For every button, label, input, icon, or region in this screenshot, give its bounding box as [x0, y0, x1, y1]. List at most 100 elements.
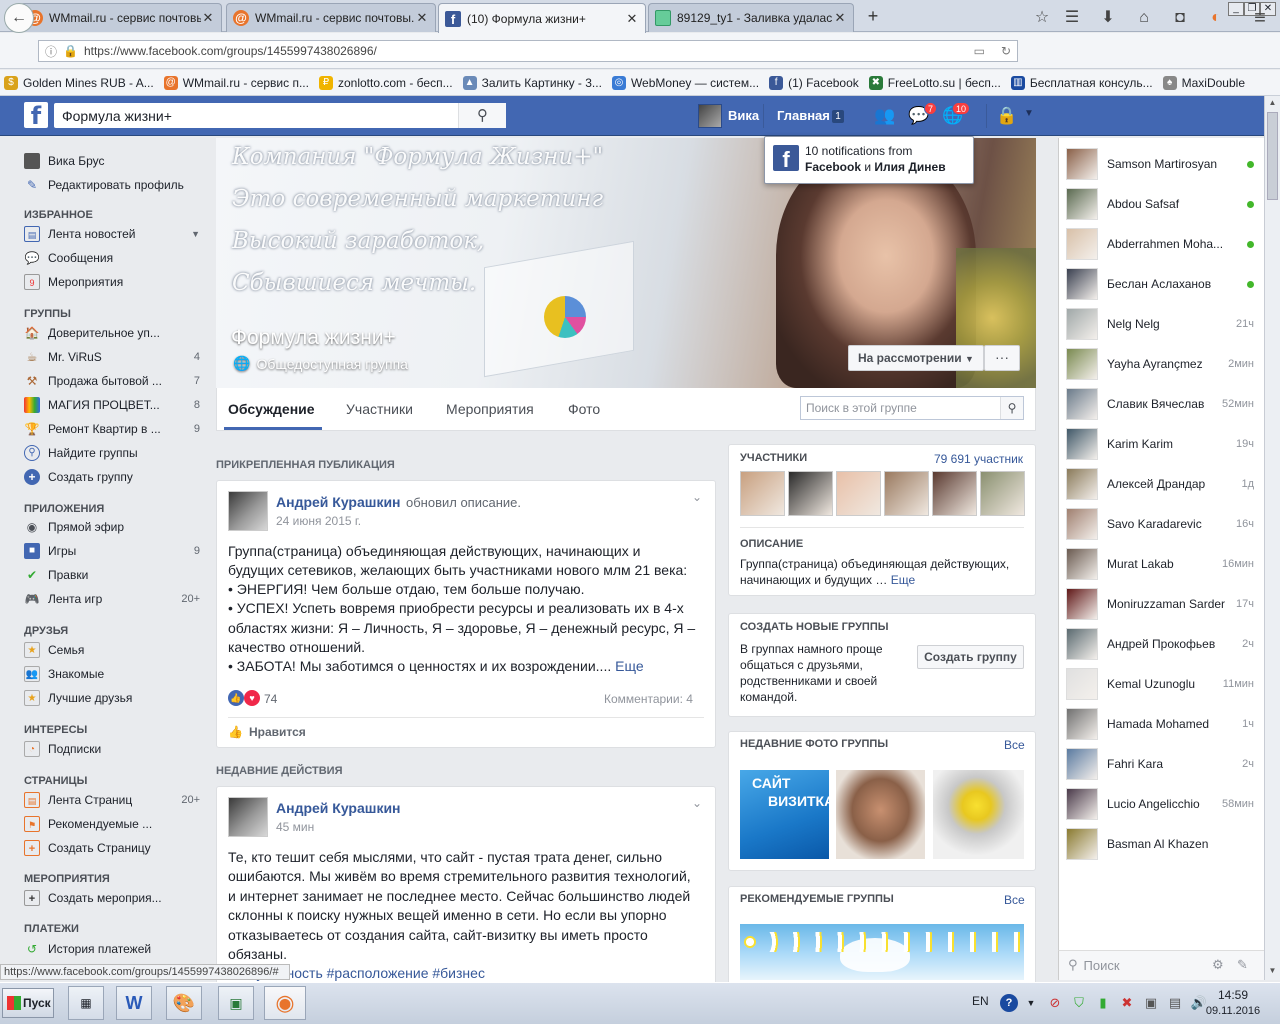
chat-contact[interactable]: Алексей Драндар 1д — [1066, 468, 1254, 500]
chat-contact[interactable]: Abdou Safsaf — [1066, 188, 1254, 220]
bookmark-item[interactable]: ♠ MaxiDouble — [1162, 75, 1245, 90]
nav-item-games-feed[interactable]: 🎮 Лента игр 20+ — [24, 589, 200, 609]
home-icon[interactable]: ⌂ — [1130, 4, 1158, 32]
nav-edit-profile[interactable]: ✎ Редактировать профиль — [24, 175, 200, 195]
facebook-logo-icon[interactable]: f — [24, 102, 48, 130]
nav-item-pages-feed[interactable]: ▤ Лента Страниц 20+ — [24, 790, 200, 810]
privacy-shortcuts-icon[interactable]: 🔒 — [996, 106, 1017, 126]
network-error-icon[interactable]: ✖ — [1118, 994, 1136, 1012]
nav-item-close-friends[interactable]: ★ Лучшие друзья — [24, 688, 200, 708]
bookmark-item[interactable]: ₽ zonlotto.com - бесп... — [318, 75, 453, 90]
post-options-chevron-icon[interactable]: ⌄ — [692, 490, 702, 504]
nav-group-item[interactable]: 🏆 Ремонт Квартир в ... 9 — [24, 419, 200, 439]
home-link[interactable]: Главная — [777, 108, 830, 123]
avatar[interactable] — [228, 491, 268, 531]
menu-icon[interactable]: ≡ — [1246, 4, 1274, 32]
calculator-icon[interactable]: ▦ — [68, 986, 104, 1020]
network-icon[interactable]: ▣ — [1142, 994, 1160, 1012]
nav-item-messages[interactable]: 💬 Сообщения — [24, 248, 200, 268]
download-icon[interactable]: ⬇ — [1094, 4, 1122, 32]
chat-contact[interactable]: Samson Martirosyan — [1066, 148, 1254, 180]
nav-item-subscriptions[interactable]: ◔ Подписки — [24, 739, 200, 759]
nav-group-item[interactable]: 🏠 Доверительное уп... — [24, 323, 200, 343]
minimize-button[interactable]: _ — [1228, 2, 1244, 16]
browser-tab-4[interactable]: 89129_ty1 - Заливка удалас... ✕ — [648, 3, 854, 32]
bookmark-item[interactable]: @ WMmail.ru - сервис п... — [163, 75, 309, 90]
display-icon[interactable]: ▤ — [1166, 994, 1184, 1012]
gear-icon[interactable]: ⚙ — [1212, 957, 1224, 973]
chat-contact[interactable]: Андрей Прокофьев 2ч — [1066, 628, 1254, 660]
search-icon[interactable]: ⚲ — [458, 103, 506, 128]
recommended-group-image[interactable] — [740, 924, 1024, 980]
chat-contact[interactable]: Savo Karadarevic 16ч — [1066, 508, 1254, 540]
friend-requests-icon[interactable]: 👥 — [872, 106, 898, 126]
chat-contact[interactable]: Basman Al Khazen — [1066, 828, 1254, 860]
new-tab-button[interactable]: + — [862, 6, 884, 28]
compose-icon[interactable]: ✎ — [1237, 957, 1248, 973]
nav-group-item[interactable]: ⚒ Продажа бытовой ... 7 — [24, 371, 200, 391]
nav-group-item[interactable]: ☕ Mr. ViRuS 4 — [24, 347, 200, 367]
bookmark-item[interactable]: ✖ FreeLotto.su | бесп... — [868, 75, 1001, 90]
scrollbar-thumb[interactable] — [1267, 112, 1278, 200]
firefox-icon[interactable]: ◉ — [264, 986, 306, 1020]
word-icon[interactable]: W — [116, 986, 152, 1020]
nav-item-live[interactable]: ◉ Прямой эфир — [24, 517, 200, 537]
bookmark-item[interactable]: ◎ WebMoney — систем... — [611, 75, 759, 90]
chat-contact[interactable]: Murat Lakab 16мин — [1066, 548, 1254, 580]
url-bar[interactable]: ⓘ 🔒 https://www.facebook.com/groups/1455… — [38, 40, 1018, 62]
nav-find-groups[interactable]: ⚲ Найдите группы — [24, 443, 200, 463]
member-thumbnail[interactable] — [740, 471, 785, 516]
reload-icon[interactable]: ↻ — [1001, 44, 1011, 58]
nav-item-payment-history[interactable]: ↺ История платежей — [24, 939, 200, 959]
nav-item-events[interactable]: 9 Мероприятия — [24, 272, 200, 292]
bookmark-star-icon[interactable]: ☆ — [1028, 4, 1056, 32]
chat-contact[interactable]: Nelg Nelg 21ч — [1066, 308, 1254, 340]
close-tab-icon[interactable]: ✕ — [833, 10, 847, 26]
chat-contact[interactable]: Lucio Angelicchio 58мин — [1066, 788, 1254, 820]
tab-photos[interactable]: Фото — [568, 401, 600, 417]
reader-view-icon[interactable]: ▭ — [974, 44, 985, 58]
chat-search-input[interactable]: ⚲ Поиск — [1068, 957, 1120, 973]
page-scrollbar[interactable]: ▲ ▼ — [1264, 96, 1280, 980]
see-more-link[interactable]: Еще — [891, 573, 915, 587]
header-user-name[interactable]: Вика — [728, 108, 759, 123]
avatar[interactable] — [698, 104, 722, 128]
nav-item-create-page[interactable]: + Создать Страницу — [24, 838, 200, 858]
nav-item-edits[interactable]: ✔ Правки — [24, 565, 200, 585]
nav-item-create-event[interactable]: + Создать мероприя... — [24, 888, 200, 908]
bookmark-item[interactable]: f (1) Facebook — [769, 75, 859, 90]
notification-popup[interactable]: f 10 notifications from Facebook и Илия … — [764, 136, 974, 184]
chat-contact[interactable]: Fahri Kara 2ч — [1066, 748, 1254, 780]
back-button[interactable]: ← — [4, 3, 34, 33]
nav-group-item[interactable]: МАГИЯ ПРОЦВЕТ... 8 — [24, 395, 200, 415]
chat-contact[interactable]: Kemal Uzunoglu 11мин — [1066, 668, 1254, 700]
chat-contact[interactable]: Abderrahmen Moha... — [1066, 228, 1254, 260]
chat-contact[interactable]: Yayha Ayrançmez 2мин — [1066, 348, 1254, 380]
chat-contact[interactable]: Hamada Mohamed 1ч — [1066, 708, 1254, 740]
member-thumbnail[interactable] — [932, 471, 977, 516]
account-menu-caret-icon[interactable]: ▼ — [1024, 108, 1034, 119]
photo-thumbnail[interactable]: САЙТ ВИЗИТКА — [740, 770, 834, 859]
chat-contact[interactable]: Славик Вячеслав 52мин — [1066, 388, 1254, 420]
clock-time[interactable]: 14:59 — [1210, 988, 1256, 1002]
post-time[interactable]: 45 мин — [276, 820, 314, 834]
member-thumbnail[interactable] — [788, 471, 833, 516]
tab-discussion[interactable]: Обсуждение — [228, 401, 315, 417]
scroll-up-icon[interactable]: ▲ — [1266, 96, 1279, 110]
nav-item-news-feed[interactable]: ▤ Лента новостей ▼ — [24, 224, 200, 244]
close-tab-icon[interactable]: ✕ — [415, 10, 429, 26]
addon-icon[interactable]: ◐ — [1202, 4, 1230, 32]
member-thumbnail[interactable] — [836, 471, 881, 516]
browser-tab-1[interactable]: @ WMmail.ru - сервис почтовы... ✕ — [20, 3, 222, 32]
create-group-button[interactable]: Создать группу — [917, 645, 1024, 669]
language-indicator[interactable]: EN — [972, 994, 989, 1008]
search-icon[interactable]: ⚲ — [1000, 397, 1023, 419]
photo-thumbnail[interactable] — [933, 770, 1024, 859]
see-more-link[interactable]: Еще — [615, 658, 644, 674]
recent-photos-all-link[interactable]: Все — [1004, 738, 1025, 752]
clock-date[interactable]: 09.11.2016 — [1204, 1005, 1262, 1017]
facebook-search-input[interactable]: Формула жизни+ — [54, 103, 506, 128]
battery-icon[interactable]: ▮ — [1094, 994, 1112, 1012]
nav-profile[interactable]: Вика Брус — [24, 151, 200, 171]
chat-contact[interactable]: Moniruzzaman Sarder 17ч — [1066, 588, 1254, 620]
